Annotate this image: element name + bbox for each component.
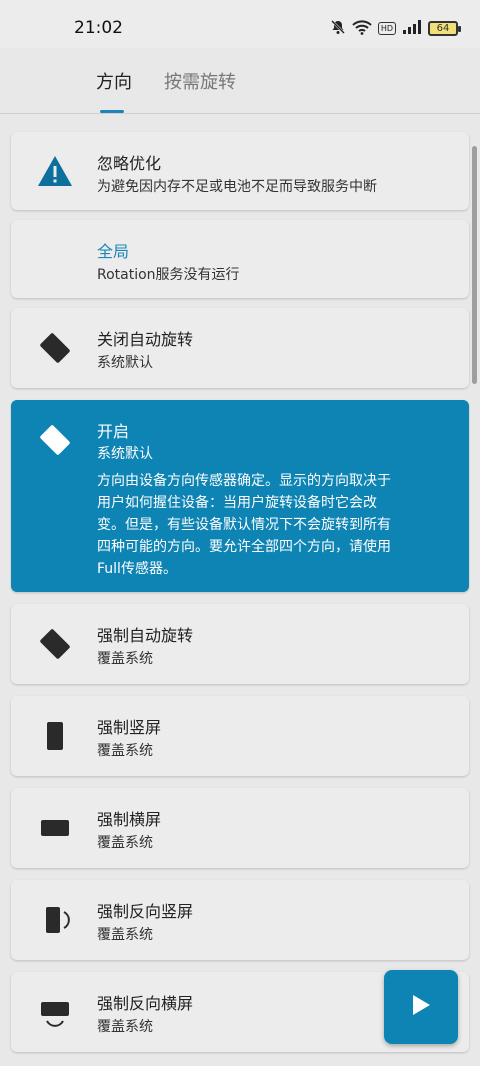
play-button[interactable] bbox=[384, 970, 458, 1044]
ignore-optimization-card[interactable]: 忽略优化 为避免因内存不足或电池不足而导致服务中断 bbox=[11, 132, 469, 210]
global-card[interactable]: 全局 Rotation服务没有运行 bbox=[11, 220, 469, 298]
force-auto-rotate-card[interactable]: 强制自动旋转 覆盖系统 bbox=[11, 604, 469, 684]
card-subtitle: 为避免因内存不足或电池不足而导致服务中断 bbox=[97, 179, 377, 195]
card-subtitle: 覆盖系统 bbox=[97, 651, 153, 667]
card-title: 强制自动旋转 bbox=[97, 626, 194, 645]
description-line: 变。但是，有些设备默认情况下不会旋转到所有 bbox=[97, 517, 391, 533]
description-line: 方向由设备方向传感器确定。显示的方向取决于 bbox=[97, 473, 391, 489]
tab-orientation[interactable]: 方向 bbox=[96, 68, 132, 94]
card-title: 关闭自动旋转 bbox=[97, 330, 194, 349]
card-subtitle: 覆盖系统 bbox=[97, 743, 153, 759]
card-subtitle: Rotation服务没有运行 bbox=[97, 267, 240, 283]
warning-icon bbox=[35, 151, 75, 191]
force-rotate-icon bbox=[35, 624, 75, 664]
scrollbar[interactable] bbox=[472, 146, 477, 384]
orientation-list: 忽略优化 为避免因内存不足或电池不足而导致服务中断 全局 Rotation服务没… bbox=[0, 114, 480, 1066]
wifi-icon bbox=[352, 19, 372, 38]
force-reverse-portrait-card[interactable]: 强制反向竖屏 覆盖系统 bbox=[11, 880, 469, 960]
status-icons: HD 64 bbox=[330, 19, 461, 38]
force-portrait-card[interactable]: 强制竖屏 覆盖系统 bbox=[11, 696, 469, 776]
reverse-portrait-icon bbox=[35, 900, 75, 940]
card-title: 强制反向横屏 bbox=[97, 994, 194, 1013]
tab-bar: 方向 按需旋转 bbox=[0, 48, 480, 114]
reverse-landscape-icon bbox=[35, 992, 75, 1032]
card-title: 强制竖屏 bbox=[97, 718, 162, 737]
rotation-on-card[interactable]: 开启 系统默认 方向由设备方向传感器确定。显示的方向取决于 用户如何握住设备：当… bbox=[11, 400, 469, 592]
description-line: Full传感器。 bbox=[97, 561, 177, 577]
card-description: 方向由设备方向传感器确定。显示的方向取决于 用户如何握住设备：当用户旋转设备时它… bbox=[97, 470, 447, 580]
status-time: 21:02 bbox=[74, 18, 123, 38]
battery-icon: 64 bbox=[428, 20, 461, 36]
portrait-icon bbox=[35, 716, 75, 756]
rotation-off-card[interactable]: 关闭自动旋转 系统默认 bbox=[11, 308, 469, 388]
card-title: 强制横屏 bbox=[97, 810, 162, 829]
landscape-icon bbox=[35, 808, 75, 848]
card-title: 开启 bbox=[97, 422, 130, 441]
signal-icon bbox=[402, 19, 422, 38]
card-title: 全局 bbox=[97, 242, 130, 261]
play-icon bbox=[410, 993, 432, 1021]
card-title: 忽略优化 bbox=[97, 154, 162, 173]
rotate-off-icon bbox=[35, 328, 75, 368]
tab-indicator bbox=[100, 110, 124, 113]
description-line: 四种可能的方向。要允许全部四个方向，请使用 bbox=[97, 539, 391, 555]
description-line: 用户如何握住设备：当用户旋转设备时它会改 bbox=[97, 495, 377, 511]
card-subtitle: 覆盖系统 bbox=[97, 1019, 153, 1035]
card-subtitle: 系统默认 bbox=[97, 355, 153, 371]
mute-icon bbox=[330, 19, 346, 38]
card-subtitle: 系统默认 bbox=[97, 446, 153, 462]
force-landscape-card[interactable]: 强制横屏 覆盖系统 bbox=[11, 788, 469, 868]
card-subtitle: 覆盖系统 bbox=[97, 927, 153, 943]
card-title: 强制反向竖屏 bbox=[97, 902, 194, 921]
tab-on-demand-rotation[interactable]: 按需旋转 bbox=[164, 68, 236, 94]
rotate-on-icon bbox=[35, 420, 75, 460]
hd-icon: HD bbox=[377, 21, 396, 35]
card-subtitle: 覆盖系统 bbox=[97, 835, 153, 851]
